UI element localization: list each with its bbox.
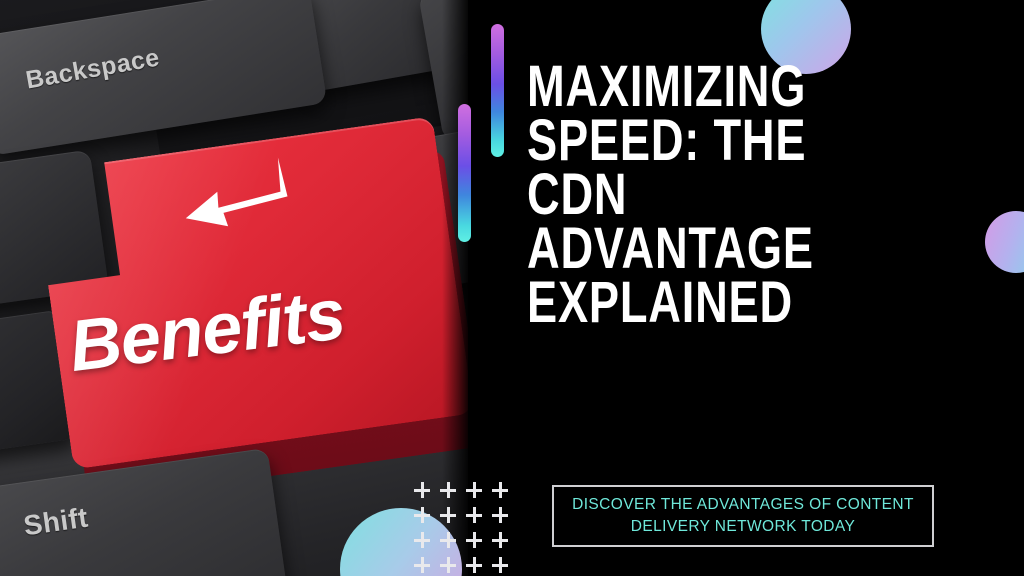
keyboard-photo: Backspace Benefits Shift: [0, 0, 468, 576]
title-line-1: Maximizing: [527, 54, 807, 119]
plus-icon: [466, 482, 482, 498]
gradient-bar-edge: [458, 104, 471, 242]
plus-pattern: [414, 482, 532, 576]
plus-icon: [466, 507, 482, 523]
keyboard-key-backspace-label: Backspace: [23, 43, 162, 95]
plus-icon: [414, 557, 430, 573]
plus-icon: [492, 532, 508, 548]
keyboard-key-enter: Benefits: [0, 89, 468, 511]
banner-canvas: Backspace Benefits Shift Maximizing Spee…: [0, 0, 1024, 576]
plus-icon: [440, 557, 456, 573]
title-line-5: Explained: [527, 269, 793, 335]
plus-icon: [466, 532, 482, 548]
plus-icon: [414, 507, 430, 523]
title-line-4: Advantage: [527, 215, 814, 281]
plus-icon: [440, 532, 456, 548]
title-line-3: CDN: [527, 161, 628, 227]
plus-icon: [492, 507, 508, 523]
keyboard-key-shift-label: Shift: [21, 501, 91, 542]
subtitle-box: Discover the advantages of content deliv…: [552, 485, 934, 547]
page-title: Maximizing Speed: The CDN Advantage Expl…: [527, 54, 855, 335]
plus-icon: [466, 557, 482, 573]
gradient-bar-title: [491, 24, 504, 157]
subtitle-text: Discover the advantages of content deliv…: [572, 495, 914, 535]
plus-icon: [492, 482, 508, 498]
plus-icon: [414, 482, 430, 498]
plus-icon: [492, 557, 508, 573]
title-line-2: Speed: The: [527, 107, 807, 173]
plus-icon: [414, 532, 430, 548]
plus-icon: [440, 482, 456, 498]
plus-icon: [440, 507, 456, 523]
